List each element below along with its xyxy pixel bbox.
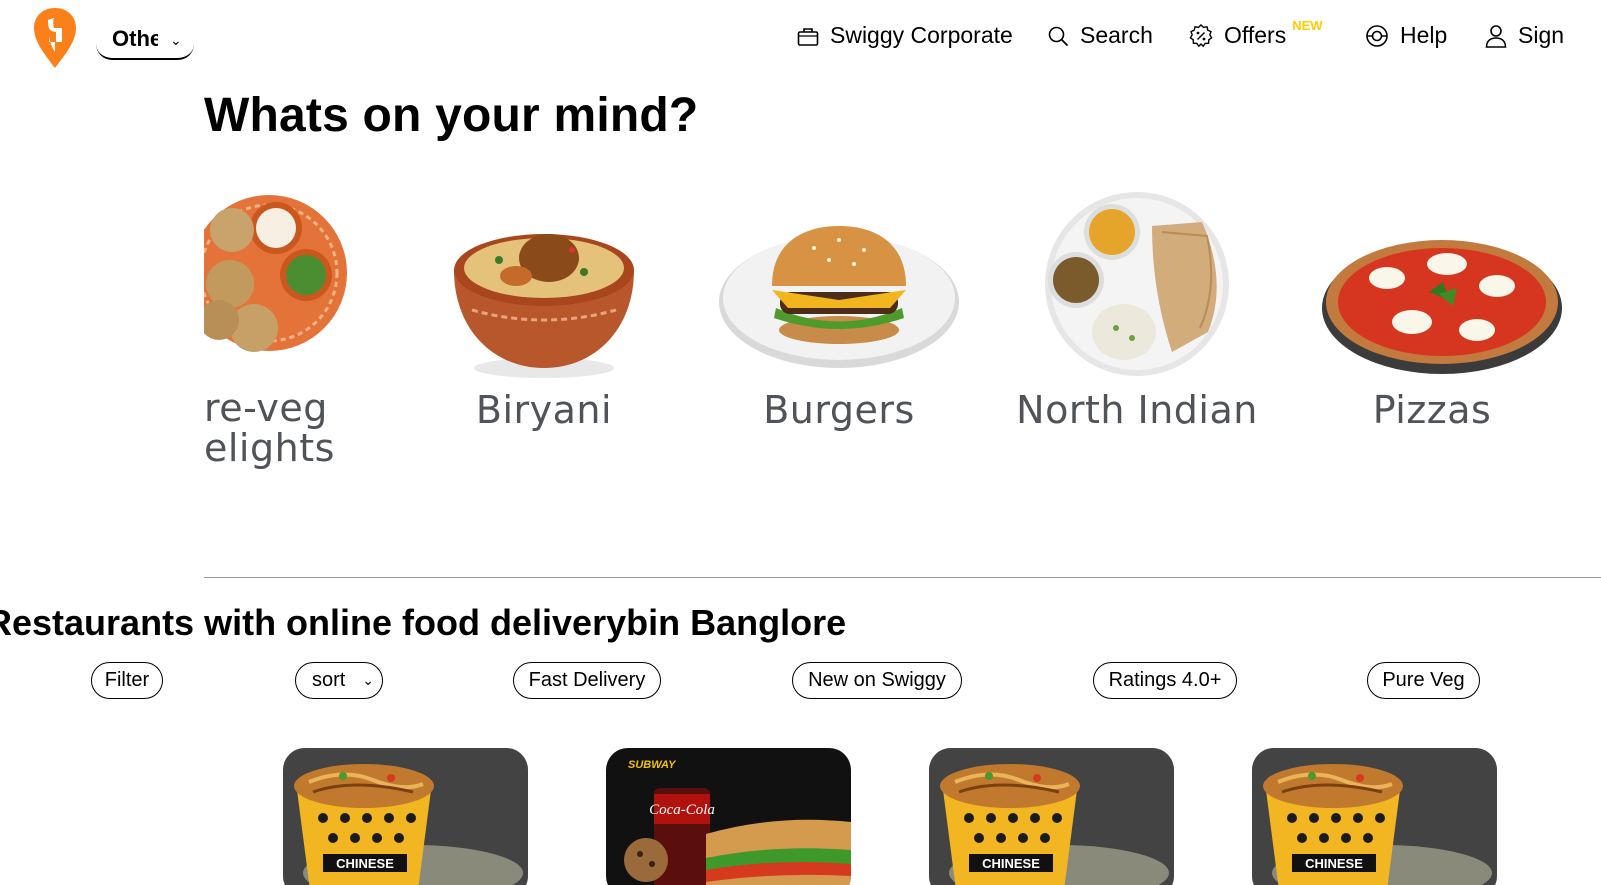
nav-search[interactable]: Search	[1046, 22, 1153, 49]
restaurant-card[interactable]: SUBWAY Coca-Cola	[606, 748, 851, 885]
burger-plate-icon	[719, 226, 959, 368]
category-label: Burgers	[763, 388, 915, 432]
nav-search-label: Search	[1080, 22, 1153, 48]
chinese-noodles-bucket-image: CHINESE	[929, 748, 1174, 885]
nav-help[interactable]: Help	[1364, 22, 1447, 49]
new-badge: NEW	[1292, 18, 1323, 33]
sort-select[interactable]: sort ⌄	[295, 662, 383, 699]
category-label: Pizzas	[1372, 388, 1492, 432]
swiggy-logo-icon[interactable]	[32, 6, 78, 70]
pizza-icon	[1322, 240, 1562, 374]
ratings-chip[interactable]: Ratings 4.0+	[1093, 662, 1237, 699]
chevron-down-icon: ⌄	[362, 672, 374, 688]
filter-button[interactable]: Filter	[91, 662, 163, 699]
top-header: Othe ⌄ Swiggy Corporate Search Offers NE…	[0, 0, 1601, 80]
chevron-down-icon: ⌄	[170, 31, 182, 48]
pure-veg-chip[interactable]: Pure Veg	[1367, 662, 1480, 699]
biryani-bowl-icon	[454, 234, 634, 378]
fast-delivery-chip[interactable]: Fast Delivery	[513, 662, 661, 699]
new-on-swiggy-chip[interactable]: New on Swiggy	[792, 662, 962, 699]
section-divider	[204, 577, 1601, 578]
nav-swiggy-corporate[interactable]: Swiggy Corporate	[796, 22, 1013, 49]
lifebuoy-icon	[1366, 24, 1388, 47]
category-burgers[interactable]: Burgers	[694, 170, 984, 490]
restaurant-card[interactable]: CHINESE	[929, 748, 1174, 885]
card-brand-text: SUBWAY	[628, 759, 677, 771]
location-label: Othe	[112, 26, 158, 51]
offer-badge-icon	[1189, 23, 1213, 47]
chinese-noodles-bucket-image: CHINESE	[283, 748, 528, 885]
category-carousel: re-veg elights Biryani Burgers North Ind…	[204, 170, 1601, 490]
category-label: Biryani	[475, 388, 613, 432]
sort-label: sort	[312, 669, 346, 691]
nav-offers[interactable]: Offers NEW	[1188, 18, 1323, 49]
card-brand-text: CHINESE	[982, 856, 1040, 871]
nav-sign-in[interactable]: Sign	[1484, 22, 1564, 49]
mind-section-title: Whats on your mind?	[204, 89, 699, 142]
briefcase-icon	[797, 27, 819, 46]
nav-help-label: Help	[1400, 22, 1448, 48]
user-icon	[1485, 24, 1507, 48]
restaurant-card[interactable]: CHINESE	[283, 748, 528, 885]
card-drink-text: Coca-Cola	[649, 802, 715, 818]
chinese-noodles-bucket-image: CHINESE	[1252, 748, 1497, 885]
thali-plate-icon	[1045, 192, 1229, 376]
category-biryani[interactable]: Biryani	[399, 170, 689, 490]
nav-sign-label: Sign	[1518, 22, 1565, 48]
restaurants-section-title: Restaurants with online food deliverybin…	[0, 602, 847, 643]
card-brand-text: CHINESE	[336, 856, 394, 871]
search-icon	[1048, 26, 1068, 46]
card-brand-text: CHINESE	[1305, 856, 1363, 871]
subway-combo-image: SUBWAY Coca-Cola	[606, 748, 851, 885]
category-north-indian[interactable]: North Indian	[992, 170, 1282, 490]
nav-corporate-label: Swiggy Corporate	[830, 22, 1013, 48]
pure-veg-plate-icon	[204, 195, 347, 352]
location-selector[interactable]: Othe ⌄	[96, 20, 194, 60]
category-pure-veg[interactable]: re-veg elights	[204, 170, 347, 490]
category-pizzas[interactable]: Pizzas	[1287, 170, 1577, 490]
restaurant-card[interactable]: CHINESE	[1252, 748, 1497, 885]
nav-offers-label: Offers	[1224, 22, 1287, 48]
category-label: North Indian	[1016, 388, 1258, 432]
